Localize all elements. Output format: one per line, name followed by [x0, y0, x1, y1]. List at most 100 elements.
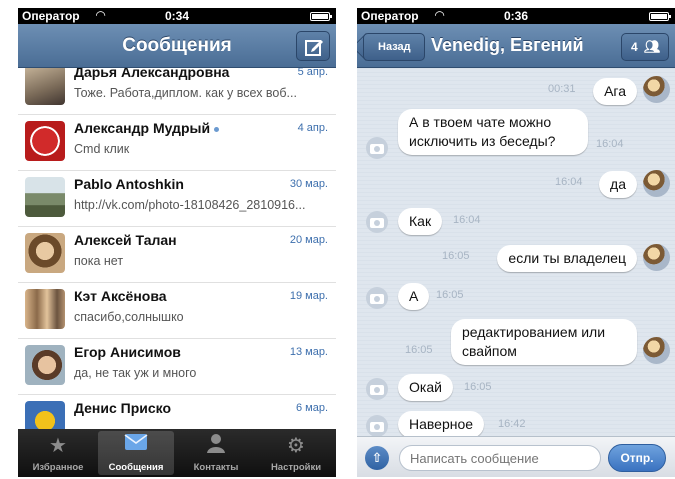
conversation-date: 19 мар. [289, 290, 328, 302]
conversation-name: Александр Мудрый [74, 120, 220, 136]
list-item[interactable]: Денис Приско 6 мар. [18, 395, 336, 429]
conversation-name: Алексей Талан [74, 232, 177, 248]
message-bubble-incoming: Как [398, 208, 443, 235]
message-time: 16:04 [453, 214, 481, 226]
conversation-preview: пока нет [74, 254, 124, 268]
list-item[interactable]: Егор Анисимов 13 мар. да, не так уж и мн… [18, 339, 336, 395]
tab-label: Настройки [270, 462, 322, 473]
message-bubble-outgoing: Ага [593, 78, 637, 105]
status-time: 0:34 [164, 9, 190, 23]
star-icon: ★ [49, 435, 67, 457]
back-button[interactable]: Назад [363, 33, 425, 61]
avatar [25, 289, 65, 329]
envelope-icon [98, 433, 174, 457]
members-count: 4 [631, 40, 638, 54]
conversation-name: Егор Анисимов [74, 344, 181, 360]
compose-bar: ⇧ Отпр. [357, 436, 675, 477]
camera-icon [366, 415, 388, 436]
tab-favorites[interactable]: ★ Избранное [20, 431, 96, 475]
message-time: 16:42 [498, 418, 526, 430]
avatar [25, 121, 65, 161]
status-bar: Оператор ◠ 0:36 [357, 8, 675, 24]
members-button[interactable]: 4 👥︎ [621, 33, 669, 61]
camera-icon [366, 287, 388, 309]
avatar [643, 244, 670, 271]
camera-icon [366, 378, 388, 400]
avatar [25, 177, 65, 217]
conversation-name: Pablo Antoshkin [74, 176, 184, 192]
attach-button[interactable]: ⇧ [365, 446, 389, 470]
person-icon [178, 433, 254, 459]
message-bubble-incoming: А в твоем чате можно исключить из беседы… [398, 109, 588, 155]
conversation-date: 20 мар. [289, 234, 328, 246]
message-bubble-incoming: Наверное [398, 411, 485, 436]
messages-screen: Оператор ◠ 0:34 Сообщения Дарья Александ… [18, 8, 336, 477]
conversation-name: Дарья Александровна [74, 68, 230, 80]
conversation-name: Кэт Аксёнова [74, 288, 167, 304]
chat-screen: Оператор ◠ 0:36 Назад Venedig, Евгений 4… [357, 8, 675, 477]
message-time: 00:31 [548, 83, 576, 95]
message-time: 16:05 [405, 344, 433, 356]
online-indicator [214, 126, 220, 132]
conversation-preview: Тоже. Работа,диплом. как у всех воб... [74, 86, 297, 100]
list-item[interactable]: Алексей Талан 20 мар. пока нет [18, 227, 336, 283]
list-item[interactable]: Кэт Аксёнова 19 мар. спасибо,солнышко [18, 283, 336, 339]
arrow-up-icon: ⇧ [371, 450, 383, 465]
avatar [643, 337, 670, 364]
message-time: 16:05 [436, 289, 464, 301]
message-bubble-incoming: А [398, 283, 430, 310]
conversation-date: 5 апр. [297, 68, 328, 78]
nav-bar: Назад Venedig, Евгений 4 👥︎ [357, 24, 675, 68]
tab-label: Сообщения [108, 462, 164, 473]
list-item[interactable]: Pablo Antoshkin 30 мар. http://vk.com/ph… [18, 171, 336, 227]
status-bar: Оператор ◠ 0:34 [18, 8, 336, 24]
people-icon: 👥︎ [644, 39, 661, 54]
nav-bar: Сообщения [18, 24, 336, 68]
message-input[interactable] [399, 445, 601, 471]
conversation-preview: спасибо,солнышко [74, 310, 184, 324]
list-item[interactable]: Дарья Александровна 5 апр. Тоже. Работа,… [18, 68, 336, 115]
avatar [25, 345, 65, 385]
chat-title: Venedig, Евгений [431, 35, 584, 55]
gear-icon: ⚙ [287, 435, 305, 457]
camera-icon [366, 137, 388, 159]
message-bubble-outgoing: да [599, 171, 637, 198]
page-title: Сообщения [122, 35, 232, 56]
conversation-date: 30 мар. [289, 178, 328, 190]
avatar [25, 401, 65, 429]
compose-icon [305, 40, 323, 56]
battery-icon [649, 12, 671, 21]
conversation-date: 4 апр. [297, 122, 328, 134]
message-time: 16:04 [596, 138, 624, 150]
message-bubble-outgoing: если ты владелец [497, 245, 637, 272]
avatar [643, 76, 670, 103]
conversation-list: Дарья Александровна 5 апр. Тоже. Работа,… [18, 68, 336, 429]
tab-label: Контакты [193, 462, 239, 473]
tab-messages[interactable]: Сообщения [98, 431, 174, 475]
message-list: 00:31 Ага А в твоем чате можно исключить… [357, 68, 675, 436]
status-time: 0:36 [503, 9, 529, 23]
message-time: 16:05 [442, 250, 470, 262]
conversation-preview: да, не так уж и много [74, 366, 197, 380]
tab-settings[interactable]: ⚙ Настройки [258, 431, 334, 475]
camera-icon [366, 211, 388, 233]
battery-icon [310, 12, 332, 21]
tab-bar: ★ Избранное Сообщения Контакты ⚙ Настрой… [18, 429, 336, 477]
conversation-date: 13 мар. [289, 346, 328, 358]
compose-button[interactable] [296, 31, 330, 61]
tab-contacts[interactable]: Контакты [178, 431, 254, 475]
list-item[interactable]: Александр Мудрый 4 апр. Cmd клик [18, 115, 336, 171]
message-bubble-incoming: Окай [398, 374, 453, 401]
message-time: 16:04 [555, 176, 583, 188]
conversation-preview: Cmd клик [74, 142, 130, 156]
message-time: 16:05 [464, 381, 492, 393]
avatar [25, 68, 65, 105]
send-button[interactable]: Отпр. [608, 444, 666, 472]
tab-label: Избранное [32, 462, 84, 473]
conversation-date: 6 мар. [295, 402, 328, 414]
conversation-preview: http://vk.com/photo-18108426_2810916... [74, 198, 306, 212]
conversation-name-text: Александр Мудрый [74, 120, 211, 136]
conversation-name: Денис Приско [74, 400, 172, 416]
avatar [25, 233, 65, 273]
avatar [643, 170, 670, 197]
